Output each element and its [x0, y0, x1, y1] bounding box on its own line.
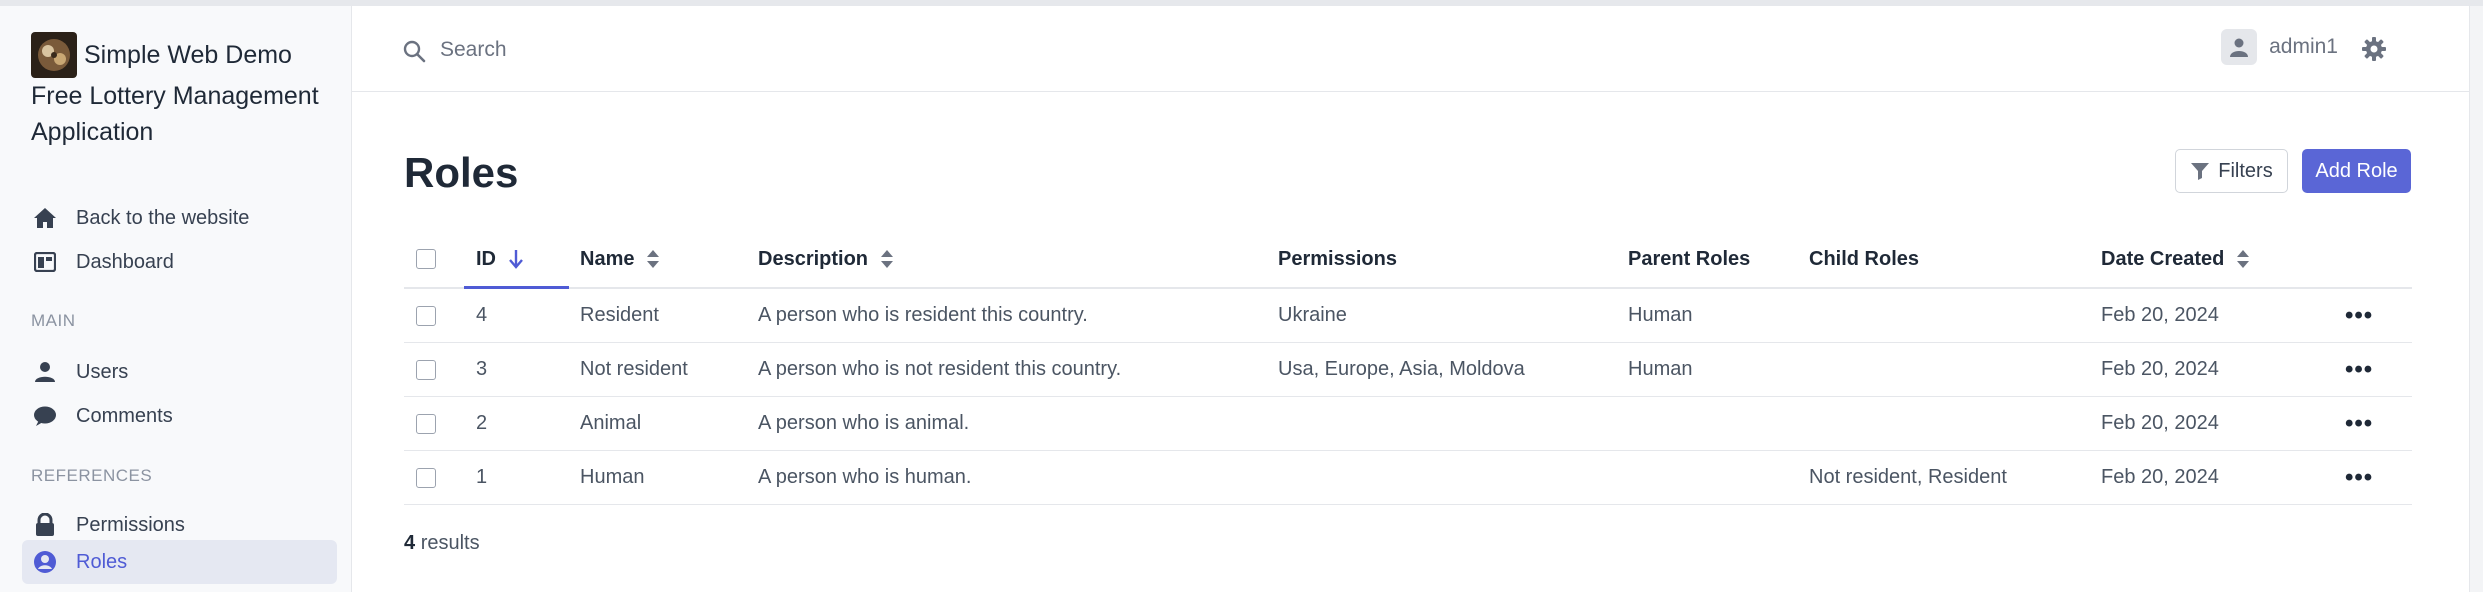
table-row[interactable]: 1 Human A person who is human. Not resid…: [404, 451, 2412, 505]
sort-icon: [880, 249, 894, 269]
cell-permissions: Ukraine: [1278, 304, 1347, 326]
main-content: admin1: [352, 6, 2483, 592]
sidebar-item-back-to-website[interactable]: Back to the website: [22, 196, 337, 240]
sidebar-item-label: Users: [76, 360, 129, 383]
column-header-parent-roles: Parent Roles: [1628, 247, 1751, 270]
row-checkbox[interactable]: [416, 413, 436, 434]
brand-subtitle-line2: Application: [31, 118, 154, 146]
column-header-child-roles: Child Roles: [1809, 247, 1920, 270]
row-actions-button[interactable]: •••: [2345, 397, 2373, 450]
sidebar: Simple Web Demo Free Lottery Management …: [0, 6, 352, 592]
column-header-id[interactable]: ID: [476, 231, 524, 287]
sidebar-item-label: Roles: [76, 550, 128, 573]
row-actions-button[interactable]: •••: [2345, 289, 2373, 342]
brand[interactable]: Simple Web Demo Free Lottery Management …: [31, 32, 331, 150]
scrollbar[interactable]: [2469, 6, 2483, 592]
topbar: admin1: [352, 6, 2483, 92]
cell-parent-roles: Human: [1628, 358, 1693, 380]
cell-id: 1: [476, 466, 488, 488]
filter-icon: [2190, 162, 2210, 180]
roles-table: ID Name Description Permissions Parent R…: [404, 231, 2412, 505]
avatar: [2221, 29, 2258, 65]
section-label-main: MAIN: [31, 311, 76, 330]
results-number: 4: [404, 532, 416, 554]
sidebar-item-dashboard[interactable]: Dashboard: [22, 240, 337, 284]
sidebar-item-label: Back to the website: [76, 206, 250, 229]
username: admin1: [2269, 35, 2338, 58]
cell-permissions: Usa, Europe, Asia, Moldova: [1278, 358, 1525, 380]
select-all-checkbox[interactable]: [416, 249, 436, 269]
dashboard-icon: [32, 249, 58, 275]
column-header-date-created[interactable]: Date Created: [2101, 231, 2250, 287]
cell-name: Not resident: [580, 358, 688, 380]
section-label-references: REFERENCES: [31, 466, 153, 485]
column-header-permissions: Permissions: [1278, 247, 1397, 270]
search-icon: [402, 39, 426, 68]
sort-icon: [646, 249, 660, 269]
row-checkbox[interactable]: [416, 305, 436, 326]
table-header: ID Name Description Permissions Parent R…: [404, 231, 2412, 289]
cell-date-created: Feb 20, 2024: [2101, 358, 2219, 380]
app-window: Simple Web Demo Free Lottery Management …: [0, 6, 2483, 592]
cell-child-roles: Not resident, Resident: [1809, 466, 2007, 488]
brand-subtitle-line1: Free Lottery Management: [31, 82, 319, 110]
sidebar-item-label: Dashboard: [76, 250, 174, 273]
table-row[interactable]: 4 Resident A person who is resident this…: [404, 289, 2412, 343]
gear-icon[interactable]: [2361, 36, 2387, 67]
lock-icon: [32, 512, 58, 538]
cell-id: 4: [476, 304, 488, 326]
results-count: 4 results: [404, 532, 480, 555]
add-role-button[interactable]: Add Role: [2302, 149, 2411, 193]
table-row[interactable]: 3 Not resident A person who is not resid…: [404, 343, 2412, 397]
cell-description: A person who is resident this country.: [758, 304, 1088, 326]
column-header-description[interactable]: Description: [758, 231, 894, 287]
sort-desc-icon: [508, 249, 524, 269]
row-actions-button[interactable]: •••: [2345, 343, 2373, 396]
filters-button[interactable]: Filters: [2175, 149, 2288, 193]
brand-title: Simple Web Demo: [84, 41, 292, 69]
row-checkbox[interactable]: [416, 467, 436, 488]
sidebar-item-comments[interactable]: Comments: [22, 394, 337, 438]
search-input[interactable]: [440, 30, 1040, 70]
cell-description: A person who is animal.: [758, 412, 970, 434]
sidebar-item-roles[interactable]: Roles: [22, 540, 337, 584]
cell-description: A person who is not resident this countr…: [758, 358, 1122, 380]
column-header-name[interactable]: Name: [580, 231, 660, 287]
comment-icon: [32, 403, 58, 429]
table-row[interactable]: 2 Animal A person who is animal. Feb 20,…: [404, 397, 2412, 451]
results-label: results: [420, 532, 480, 554]
filters-label: Filters: [2218, 159, 2273, 182]
cell-id: 2: [476, 412, 488, 434]
cell-name: Animal: [580, 412, 642, 434]
cell-date-created: Feb 20, 2024: [2101, 412, 2219, 434]
user-circle-icon: [32, 549, 58, 575]
cell-description: A person who is human.: [758, 466, 972, 488]
sidebar-item-label: Permissions: [76, 513, 185, 536]
home-icon: [32, 205, 58, 231]
cell-date-created: Feb 20, 2024: [2101, 304, 2219, 326]
row-checkbox[interactable]: [416, 359, 436, 380]
user-icon: [32, 359, 58, 385]
page-title: Roles: [404, 149, 519, 196]
user-menu[interactable]: admin1: [2221, 29, 2338, 65]
sidebar-item-label: Comments: [76, 404, 173, 427]
sidebar-item-users[interactable]: Users: [22, 350, 337, 394]
cell-name: Human: [580, 466, 645, 488]
cell-date-created: Feb 20, 2024: [2101, 466, 2219, 488]
cell-id: 3: [476, 358, 488, 380]
row-actions-button[interactable]: •••: [2345, 451, 2373, 504]
cell-parent-roles: Human: [1628, 304, 1693, 326]
cell-name: Resident: [580, 304, 659, 326]
logo-icon: [31, 32, 77, 78]
sort-icon: [2236, 249, 2250, 269]
